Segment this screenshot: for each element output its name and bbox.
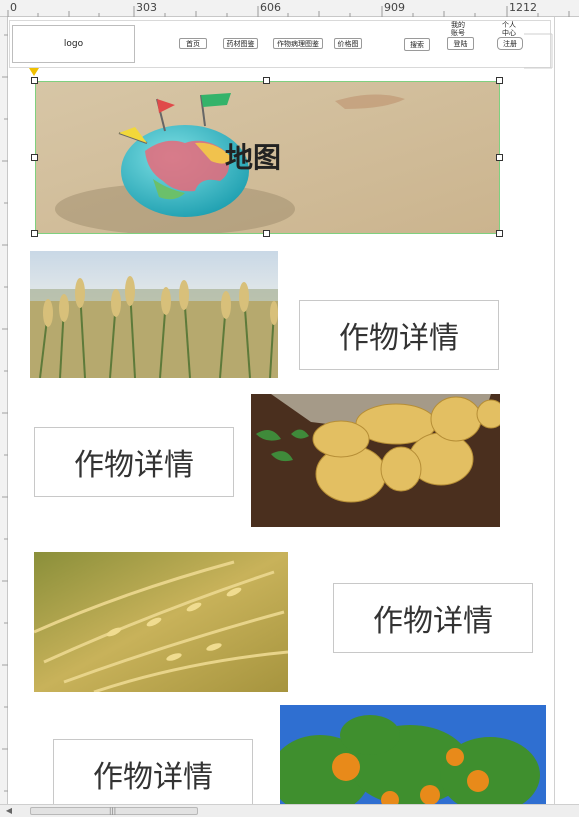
nav-herb-atlas-button[interactable]: 药材图鉴 [223, 38, 258, 49]
resize-handle[interactable] [263, 77, 270, 84]
scroll-left-icon[interactable]: ◀ [4, 806, 14, 816]
ruler-mark: 606 [260, 1, 281, 14]
crop-detail-button[interactable]: 作物详情 [53, 739, 253, 809]
ruler-ticks [7, 6, 570, 17]
scrollbar-thumb[interactable]: ||| [30, 807, 198, 815]
canvas-boundary [554, 17, 555, 804]
grip-icon: ||| [109, 807, 117, 815]
nav-home-button[interactable]: 首页 [179, 38, 207, 49]
crop-image-potato[interactable] [251, 394, 500, 527]
crop-image-wheat[interactable] [30, 251, 278, 378]
login-button[interactable]: 登陆 [447, 37, 474, 50]
resize-handle[interactable] [496, 77, 503, 84]
account-caption: 我的 账号 [451, 21, 465, 37]
nav-crop-pathology-button[interactable]: 作物病理图鉴 [273, 38, 323, 49]
wheat-field-image [30, 251, 278, 378]
nav-price-chart-button[interactable]: 价格图 [334, 38, 362, 49]
crop-image-orange[interactable] [280, 705, 546, 804]
header-right-edge [524, 33, 553, 69]
resize-handle[interactable] [263, 230, 270, 237]
crop-detail-button[interactable]: 作物详情 [299, 300, 499, 370]
user-center-caption: 个人 中心 [502, 21, 516, 37]
logo[interactable]: logo [12, 25, 135, 63]
horizontal-scrollbar[interactable]: ◀ ||| [0, 804, 579, 817]
resize-handle[interactable] [496, 230, 503, 237]
ruler-mark: 303 [136, 1, 157, 14]
resize-handle[interactable] [496, 154, 503, 161]
ruler-mark: 909 [384, 1, 405, 14]
ruler-mark: 0 [10, 1, 17, 14]
resize-handle[interactable] [31, 230, 38, 237]
vertical-ruler [0, 17, 8, 804]
ruler-mark: 1212 [509, 1, 537, 14]
search-button[interactable]: 搜索 [404, 38, 430, 51]
resize-handle[interactable] [31, 154, 38, 161]
orange-tree-image [280, 705, 546, 804]
ruler-ticks [2, 34, 8, 792]
crop-detail-button[interactable]: 作物详情 [34, 427, 234, 497]
register-button[interactable]: 注册 [497, 37, 523, 50]
selection-outline [35, 81, 500, 234]
horizontal-ruler: 0 303 606 909 1212 [0, 0, 579, 17]
potato-image [251, 394, 500, 527]
rice-stalks-image [34, 552, 288, 692]
resize-handle[interactable] [31, 77, 38, 84]
crop-image-rice[interactable] [34, 552, 288, 692]
anchor-marker-icon [29, 68, 39, 76]
crop-detail-button[interactable]: 作物详情 [333, 583, 533, 653]
